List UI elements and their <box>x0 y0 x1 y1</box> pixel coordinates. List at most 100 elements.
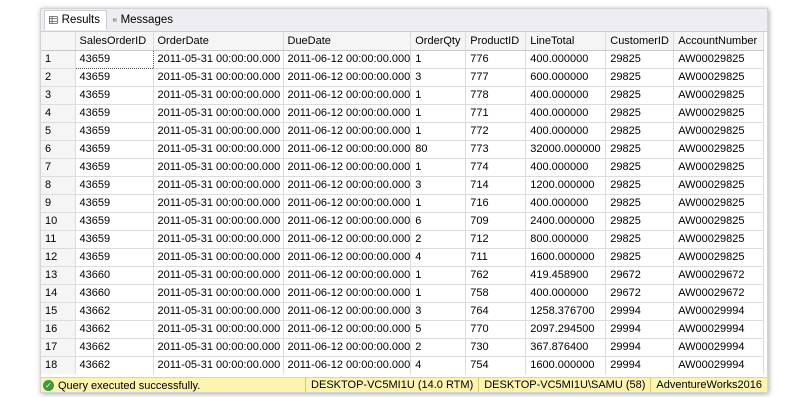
cell-sales-order-id[interactable]: 43659 <box>75 248 154 267</box>
cell-order-qty[interactable]: 1 <box>410 284 467 303</box>
cell-sales-order-id[interactable]: 43659 <box>75 86 154 105</box>
cell-order-date[interactable]: 2011-05-31 00:00:00.000 <box>153 302 284 321</box>
cell-account-number[interactable]: AW00029825 <box>673 194 765 213</box>
cell-account-number[interactable]: AW00029825 <box>673 104 765 123</box>
cell-sales-order-id[interactable]: 43662 <box>75 302 154 321</box>
tab-results[interactable]: Results <box>44 10 107 30</box>
cell-due-date[interactable]: 2011-06-12 00:00:00.000 <box>283 86 412 105</box>
column-header-due-date[interactable]: DueDate <box>283 32 412 51</box>
cell-product-id[interactable]: 712 <box>465 230 527 249</box>
cell-sales-order-id[interactable]: 43662 <box>75 356 154 374</box>
cell-order-date[interactable]: 2011-05-31 00:00:00.000 <box>153 122 284 141</box>
cell-customer-id[interactable]: 29825 <box>605 122 675 141</box>
cell-product-id[interactable]: 714 <box>465 176 527 195</box>
row-number-cell[interactable]: 10 <box>41 212 76 231</box>
cell-sales-order-id[interactable]: 43659 <box>75 194 154 213</box>
cell-order-qty[interactable]: 4 <box>410 248 467 267</box>
cell-account-number[interactable]: AW00029825 <box>673 86 765 105</box>
cell-sales-order-id[interactable]: 43660 <box>75 266 154 285</box>
cell-account-number[interactable]: AW00029672 <box>673 266 765 285</box>
row-number-cell[interactable]: 1 <box>41 50 76 69</box>
row-number-cell[interactable]: 4 <box>41 104 76 123</box>
cell-product-id[interactable]: 711 <box>465 248 527 267</box>
cell-account-number[interactable]: AW00029825 <box>673 68 765 87</box>
cell-product-id[interactable]: 758 <box>465 284 527 303</box>
cell-line-total[interactable]: 400.000000 <box>525 284 607 303</box>
cell-line-total[interactable]: 2400.000000 <box>525 212 607 231</box>
cell-order-qty[interactable]: 1 <box>410 104 467 123</box>
cell-order-qty[interactable]: 1 <box>410 266 467 285</box>
cell-order-date[interactable]: 2011-05-31 00:00:00.000 <box>153 104 284 123</box>
cell-due-date[interactable]: 2011-06-12 00:00:00.000 <box>283 248 412 267</box>
cell-order-qty[interactable]: 1 <box>410 194 467 213</box>
cell-sales-order-id[interactable]: 43659 <box>75 122 154 141</box>
cell-order-qty[interactable]: 2 <box>410 230 467 249</box>
table-row[interactable]: 3 43659 2011-05-31 00:00:00.000 2011-06-12 … <box>41 86 765 105</box>
column-header-account-number[interactable]: AccountNumber <box>673 32 765 51</box>
cell-line-total[interactable]: 400.000000 <box>525 122 607 141</box>
cell-account-number[interactable]: AW00029994 <box>673 338 765 357</box>
table-row[interactable]: 1 43659 2011-05-31 00:00:00.000 2011-06-12 … <box>41 49 765 69</box>
table-row[interactable]: 10 43659 2011-05-31 00:00:00.000 2011-06-12… <box>41 212 765 231</box>
column-header-sales-order-id[interactable]: SalesOrderID <box>75 32 154 51</box>
cell-customer-id[interactable]: 29994 <box>605 302 675 321</box>
cell-account-number[interactable]: AW00029672 <box>673 284 765 303</box>
cell-customer-id[interactable]: 29825 <box>605 248 675 267</box>
row-number-cell[interactable]: 12 <box>41 248 76 267</box>
cell-account-number[interactable]: AW00029825 <box>673 176 765 195</box>
cell-sales-order-id[interactable]: 43659 <box>75 104 154 123</box>
row-number-cell[interactable]: 11 <box>41 230 76 249</box>
cell-order-date[interactable]: 2011-05-31 00:00:00.000 <box>153 50 284 69</box>
cell-line-total[interactable]: 419.458900 <box>525 266 607 285</box>
cell-account-number[interactable]: AW00029994 <box>673 302 765 321</box>
cell-product-id[interactable]: 778 <box>465 86 527 105</box>
cell-order-date[interactable]: 2011-05-31 00:00:00.000 <box>153 176 284 195</box>
cell-due-date[interactable]: 2011-06-12 00:00:00.000 <box>283 140 412 159</box>
table-row[interactable]: 2 43659 2011-05-31 00:00:00.000 2011-06-12 … <box>41 68 765 87</box>
cell-line-total[interactable]: 400.000000 <box>525 86 607 105</box>
cell-customer-id[interactable]: 29825 <box>605 212 675 231</box>
cell-product-id[interactable]: 764 <box>465 302 527 321</box>
results-grid[interactable]: SalesOrderID OrderDate DueDate OrderQty Prod… <box>41 32 767 374</box>
cell-customer-id[interactable]: 29825 <box>605 176 675 195</box>
column-header-product-id[interactable]: ProductID <box>465 32 527 51</box>
cell-account-number[interactable]: AW00029825 <box>673 212 765 231</box>
table-row[interactable]: 5 43659 2011-05-31 00:00:00.000 2011-06-12 … <box>41 122 765 141</box>
column-header-line-total[interactable]: LineTotal <box>525 32 607 51</box>
cell-product-id[interactable]: 716 <box>465 194 527 213</box>
cell-order-date[interactable]: 2011-05-31 00:00:00.000 <box>153 356 284 374</box>
cell-order-date[interactable]: 2011-05-31 00:00:00.000 <box>153 158 284 177</box>
cell-order-qty[interactable]: 2 <box>410 338 467 357</box>
cell-sales-order-id[interactable]: 43662 <box>75 338 154 357</box>
cell-due-date[interactable]: 2011-06-12 00:00:00.000 <box>283 68 412 87</box>
table-row[interactable]: 13 43660 2011-05-31 00:00:00.000 2011-06-12… <box>41 266 765 285</box>
cell-sales-order-id[interactable]: 43659 <box>74 49 154 69</box>
cell-product-id[interactable]: 777 <box>465 68 527 87</box>
cell-line-total[interactable]: 400.000000 <box>525 194 607 213</box>
cell-line-total[interactable]: 400.000000 <box>525 104 607 123</box>
cell-customer-id[interactable]: 29825 <box>605 86 675 105</box>
cell-order-qty[interactable]: 1 <box>410 86 467 105</box>
row-number-cell[interactable]: 9 <box>41 194 76 213</box>
cell-due-date[interactable]: 2011-06-12 00:00:00.000 <box>283 230 412 249</box>
row-number-cell[interactable]: 3 <box>41 86 76 105</box>
row-number-cell[interactable]: 6 <box>41 140 76 159</box>
cell-account-number[interactable]: AW00029825 <box>673 50 765 69</box>
cell-line-total[interactable]: 2097.294500 <box>525 320 607 339</box>
table-row[interactable]: 17 43662 2011-05-31 00:00:00.000 2011-06-12… <box>41 338 765 357</box>
table-row[interactable]: 14 43660 2011-05-31 00:00:00.000 2011-06-12… <box>41 284 765 303</box>
cell-order-qty[interactable]: 1 <box>410 122 467 141</box>
cell-due-date[interactable]: 2011-06-12 00:00:00.000 <box>283 266 412 285</box>
cell-due-date[interactable]: 2011-06-12 00:00:00.000 <box>283 320 412 339</box>
cell-order-date[interactable]: 2011-05-31 00:00:00.000 <box>153 284 284 303</box>
cell-product-id[interactable]: 774 <box>465 158 527 177</box>
cell-line-total[interactable]: 400.000000 <box>525 158 607 177</box>
cell-due-date[interactable]: 2011-06-12 00:00:00.000 <box>283 158 412 177</box>
cell-sales-order-id[interactable]: 43662 <box>75 320 154 339</box>
row-number-cell[interactable]: 15 <box>41 302 76 321</box>
table-row[interactable]: 11 43659 2011-05-31 00:00:00.000 2011-06-12… <box>41 230 765 249</box>
cell-order-date[interactable]: 2011-05-31 00:00:00.000 <box>153 248 284 267</box>
cell-account-number[interactable]: AW00029825 <box>673 230 765 249</box>
cell-line-total[interactable]: 800.000000 <box>525 230 607 249</box>
cell-product-id[interactable]: 771 <box>465 104 527 123</box>
